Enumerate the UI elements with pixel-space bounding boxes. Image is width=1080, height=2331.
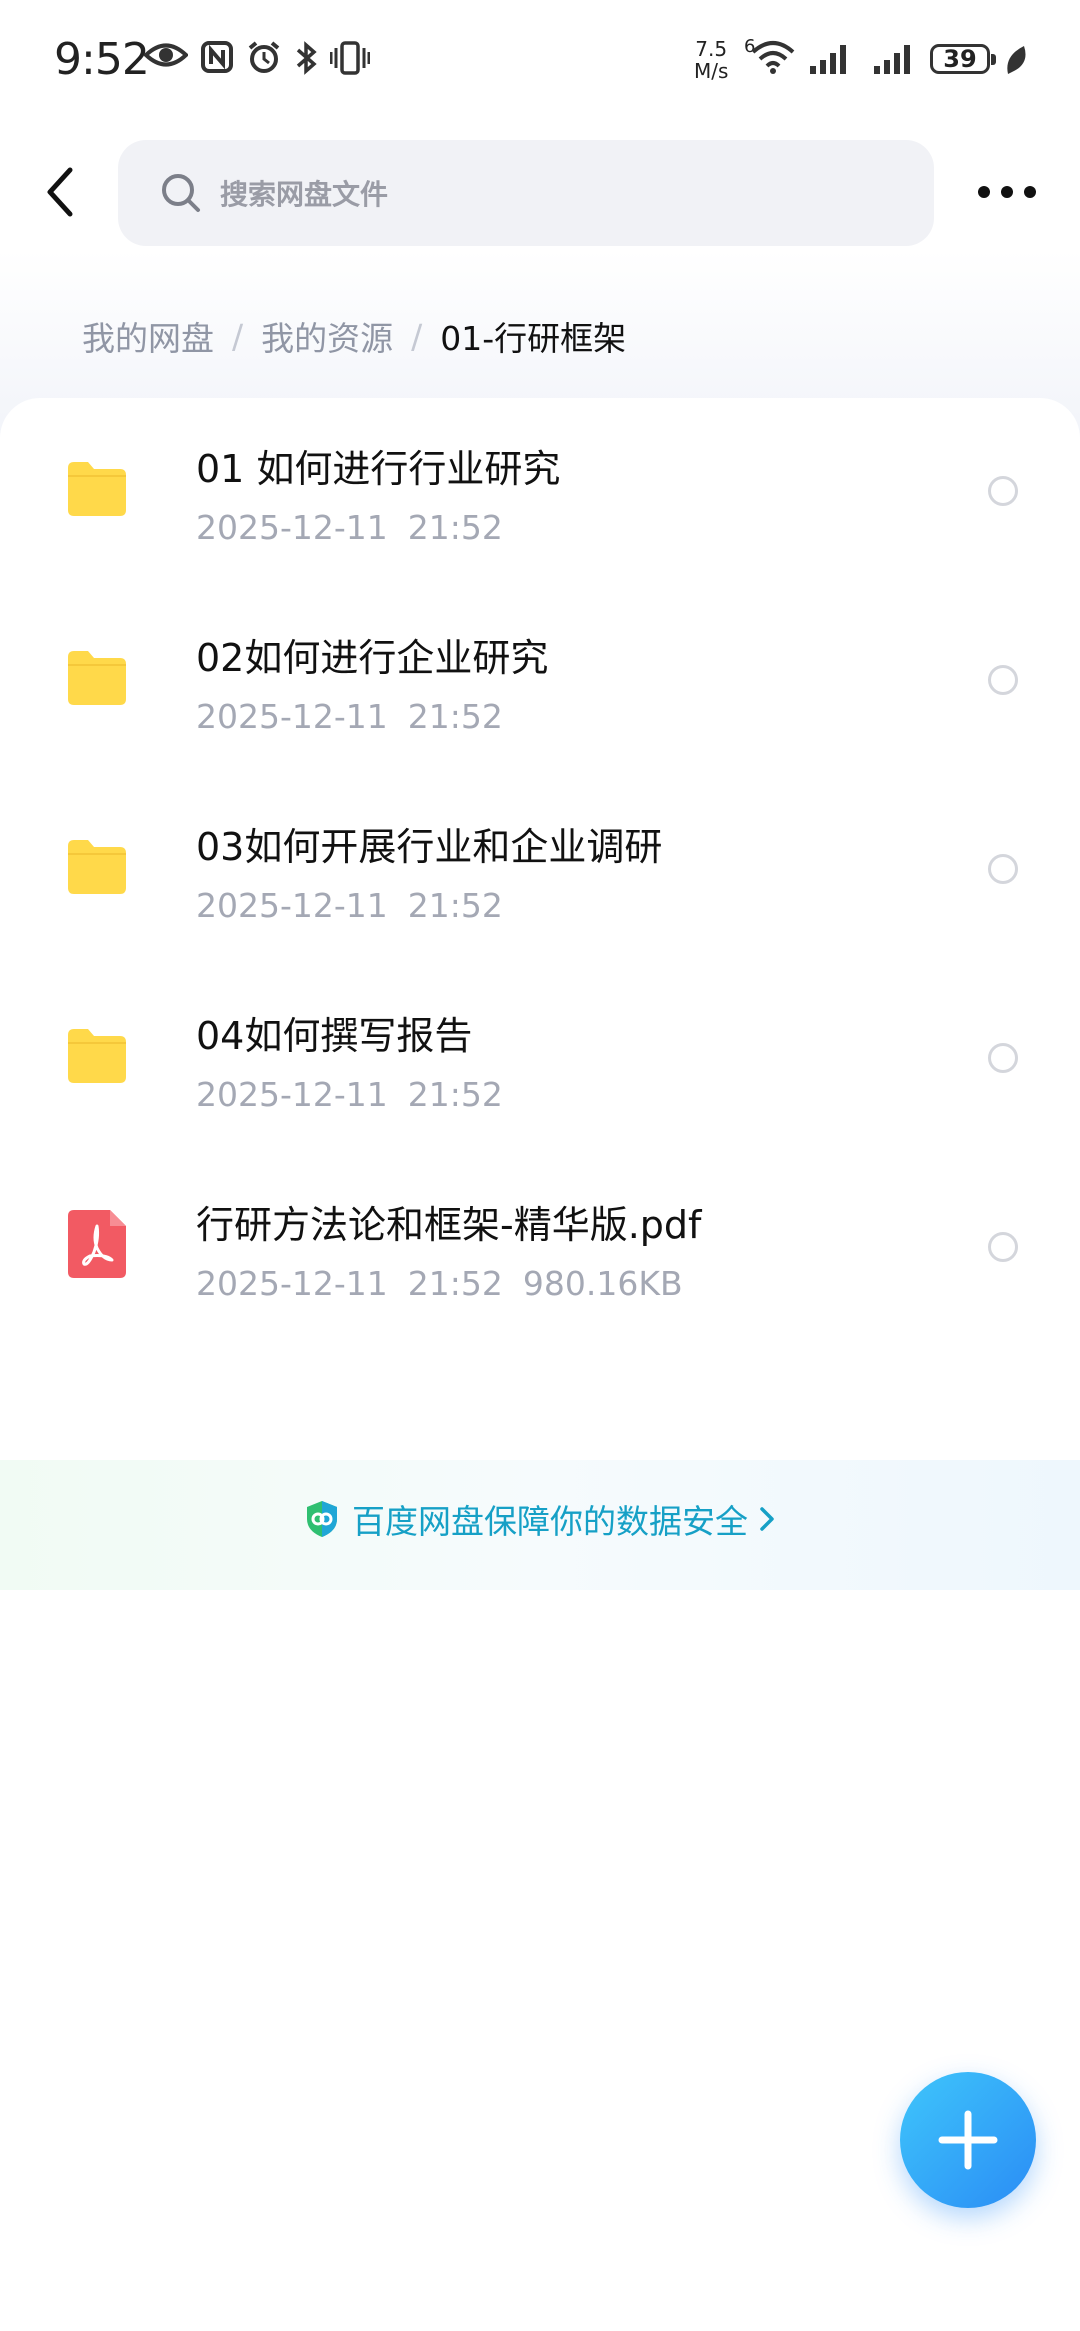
breadcrumb: 我的网盘 / 我的资源 / 01-行研框架 xyxy=(82,312,626,360)
pdf-icon xyxy=(68,1210,126,1278)
file-time: 21:52 xyxy=(407,886,503,925)
file-meta: 2025-12-11 21:52 xyxy=(196,1075,503,1114)
file-meta: 2025-12-11 21:52 xyxy=(196,886,503,925)
file-row[interactable]: 04如何撰写报告 2025-12-11 21:52 xyxy=(0,965,1080,1154)
folder-icon xyxy=(68,651,126,705)
breadcrumb-separator: / xyxy=(411,316,423,356)
status-time: 9:52 xyxy=(54,34,150,85)
bluetooth-icon xyxy=(296,41,317,75)
file-time: 21:52 xyxy=(407,697,503,736)
select-radio[interactable] xyxy=(988,476,1018,506)
breadcrumb-item-current: 01-行研框架 xyxy=(440,319,627,358)
net-speed-value: 7.5 xyxy=(695,37,728,61)
file-meta: 2025-12-11 21:52 xyxy=(196,697,503,736)
search-box[interactable] xyxy=(118,140,934,248)
file-name: 行研方法论和框架-精华版.pdf xyxy=(196,1203,702,1247)
breadcrumb-item-my-resources[interactable]: 我的资源 xyxy=(261,312,393,360)
chevron-left-icon xyxy=(47,167,73,217)
chevron-right-icon xyxy=(760,1507,774,1531)
folder-icon xyxy=(68,462,126,516)
search-icon xyxy=(162,174,200,212)
file-name: 02如何进行企业研究 xyxy=(196,636,549,680)
file-time: 21:52 xyxy=(407,1264,503,1303)
plus-icon xyxy=(938,2110,998,2170)
file-row[interactable]: 行研方法论和框架-精华版.pdf 2025-12-11 21:52 980.16KB xyxy=(0,1154,1080,1343)
wifi-icon xyxy=(751,41,795,74)
leaf-icon xyxy=(1007,46,1026,74)
file-row[interactable]: 03如何开展行业和企业调研 2025-12-11 21:52 xyxy=(0,776,1080,965)
status-bar: 9:52 7.5 M/s 6 39 xyxy=(0,0,1080,120)
select-radio[interactable] xyxy=(988,665,1018,695)
folder-icon xyxy=(68,1029,126,1083)
more-button[interactable] xyxy=(972,170,1042,214)
breadcrumb-separator: / xyxy=(232,316,244,356)
nfc-icon xyxy=(201,41,233,73)
signal-icon xyxy=(874,45,910,74)
file-name: 04如何撰写报告 xyxy=(196,1014,473,1058)
file-row[interactable]: 01 如何进行行业研究 2025-12-11 21:52 xyxy=(0,398,1080,587)
folder-icon xyxy=(68,840,126,894)
file-date: 2025-12-11 xyxy=(196,1075,388,1114)
file-meta: 2025-12-11 21:52 xyxy=(196,508,503,547)
net-speed-unit: M/s xyxy=(694,59,729,83)
file-date: 2025-12-11 xyxy=(196,886,388,925)
signal-icon xyxy=(810,45,846,74)
more-icon xyxy=(978,186,1036,198)
file-date: 2025-12-11 xyxy=(196,508,388,547)
battery-icon: 39 xyxy=(930,44,996,74)
file-time: 21:52 xyxy=(407,508,503,547)
back-button[interactable] xyxy=(36,160,92,224)
shield-icon xyxy=(307,1501,337,1537)
file-name: 03如何开展行业和企业调研 xyxy=(196,825,663,869)
file-date: 2025-12-11 xyxy=(196,697,388,736)
file-time: 21:52 xyxy=(407,1075,503,1114)
select-radio[interactable] xyxy=(988,1232,1018,1262)
file-name: 01 如何进行行业研究 xyxy=(196,447,561,491)
network-speed: 7.5 M/s xyxy=(694,38,728,82)
breadcrumb-item-my-netdisk[interactable]: 我的网盘 xyxy=(82,312,214,360)
file-size: 980.16KB xyxy=(522,1264,683,1303)
file-row[interactable]: 02如何进行企业研究 2025-12-11 21:52 xyxy=(0,587,1080,776)
file-list: 01 如何进行行业研究 2025-12-11 21:52 02如何进行企业研究 2… xyxy=(0,398,1080,1588)
vibrate-icon xyxy=(330,41,370,75)
alarm-icon xyxy=(248,41,280,73)
security-text: 百度网盘保障你的数据安全 xyxy=(352,1502,748,1541)
eye-icon xyxy=(144,43,188,67)
select-radio[interactable] xyxy=(988,1043,1018,1073)
file-meta: 2025-12-11 21:52 980.16KB xyxy=(196,1264,683,1303)
add-button[interactable] xyxy=(900,2072,1036,2208)
security-link[interactable]: 百度网盘保障你的数据安全 xyxy=(0,1495,1080,1543)
search-input[interactable] xyxy=(218,140,902,248)
battery-level: 39 xyxy=(943,45,977,73)
select-radio[interactable] xyxy=(988,854,1018,884)
file-date: 2025-12-11 xyxy=(196,1264,388,1303)
